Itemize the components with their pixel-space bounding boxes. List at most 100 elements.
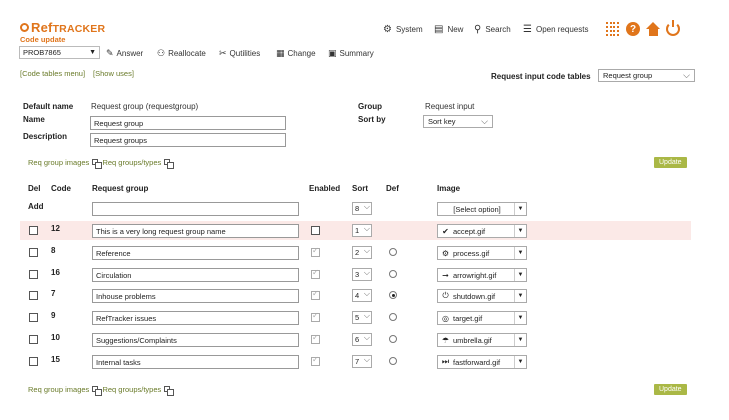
row-delete-checkbox[interactable]	[29, 357, 38, 366]
logo-ring-icon	[20, 23, 29, 32]
reallocate-button[interactable]: ⚇ Reallocate	[157, 48, 206, 59]
row-sort-select[interactable]: 7 ⌵	[352, 355, 372, 368]
name-input[interactable]: Request group	[90, 116, 286, 130]
qutilities-button[interactable]: ✂ Qutilities	[219, 48, 260, 59]
req-groups-types-link[interactable]: Req groups/types	[102, 385, 161, 394]
help-icon[interactable]: ?	[626, 22, 640, 36]
row-sort-select[interactable]: 4 ⌵	[352, 289, 372, 302]
row-image-select[interactable]: ⚙ process.gif ▼	[437, 246, 527, 260]
row-sort-value: 5	[355, 313, 360, 322]
chevron-down-icon: ▼	[514, 312, 526, 324]
sublinks-bottom: Req group images Req groups/types	[28, 385, 175, 396]
row-sort-value: 7	[355, 357, 360, 366]
row-sort-value: 3	[355, 270, 360, 279]
row-delete-checkbox[interactable]	[29, 313, 38, 322]
row-delete-checkbox[interactable]	[29, 226, 38, 235]
row-delete-checkbox[interactable]	[29, 248, 38, 257]
qutilities-label: Qutilities	[229, 49, 261, 58]
logout-icon[interactable]	[666, 20, 680, 36]
row-image-select[interactable]: ➞ arrowright.gif ▼	[437, 268, 527, 282]
col-sort-header: Sort	[352, 184, 368, 193]
row-delete-checkbox[interactable]	[29, 335, 38, 344]
col-code-header: Code	[51, 184, 71, 193]
row-group-name-input[interactable]: Circulation	[92, 268, 299, 282]
request-input-code-tables-select[interactable]: Request group ⌵	[598, 69, 695, 82]
apps-grid-icon[interactable]	[606, 22, 620, 36]
nav-system[interactable]: ⚙ System	[383, 24, 423, 35]
req-groups-types-link[interactable]: Req groups/types	[102, 158, 161, 167]
row-default-radio[interactable]	[389, 270, 397, 278]
row-enabled-checkbox[interactable]	[311, 311, 320, 322]
description-input[interactable]: Request groups	[90, 133, 286, 147]
nav-open-requests-label: Open requests	[535, 25, 589, 34]
row-enabled-checkbox[interactable]	[311, 226, 320, 235]
sort-by-value: Sort key	[428, 117, 456, 126]
row-sort-select[interactable]: 2 ⌵	[352, 246, 372, 259]
row-group-name-input[interactable]: Inhouse problems	[92, 289, 299, 303]
req-group-images-link[interactable]: Req group images	[28, 158, 89, 167]
nav-search-label: Search	[485, 25, 511, 34]
code-tables-menu-link[interactable]: [Code tables menu]	[20, 69, 85, 78]
row-default-radio[interactable]	[389, 248, 397, 256]
row-code: 7	[51, 289, 56, 298]
row-image-select[interactable]: ⏭ fastforward.gif ▼	[437, 355, 527, 369]
nav-open-requests[interactable]: ☰ Open requests	[523, 24, 588, 35]
row-image-select[interactable]: ✔ accept.gif ▼	[437, 224, 527, 238]
add-image-select[interactable]: [Select option] ▼	[437, 202, 527, 216]
row-group-name-input[interactable]: This is a very long request group name	[92, 224, 299, 238]
row-group-name-input[interactable]: Suggestions/Complaints	[92, 333, 299, 347]
change-button[interactable]: ▦ Change	[276, 48, 316, 59]
show-uses-link[interactable]: [Show uses]	[93, 69, 134, 78]
power-icon: ⏻	[442, 291, 449, 300]
summary-label: Summary	[339, 49, 374, 58]
new-icon: ▤	[434, 24, 444, 35]
row-image-select[interactable]: ◎ target.gif ▼	[437, 311, 527, 325]
row-enabled-checkbox[interactable]	[311, 246, 320, 257]
update-button-bottom[interactable]: Update	[654, 384, 687, 395]
row-enabled-checkbox[interactable]	[311, 289, 320, 300]
row-image-select[interactable]: ☂ umbrella.gif ▼	[437, 333, 527, 347]
row-default-radio[interactable]	[389, 335, 397, 343]
reallocate-label: Reallocate	[168, 49, 206, 58]
row-group-name-input[interactable]: RefTracker issues	[92, 311, 299, 325]
sort-by-select[interactable]: Sort key ⌵	[423, 115, 493, 128]
row-group-name-input[interactable]: Internal tasks	[92, 355, 299, 369]
row-enabled-checkbox[interactable]	[311, 268, 320, 279]
copy-icon	[92, 159, 103, 169]
summary-button[interactable]: ▣ Summary	[328, 48, 374, 59]
row-sort-value: 6	[355, 335, 360, 344]
row-sort-select[interactable]: 1 ⌵	[352, 224, 372, 237]
answer-label: Answer	[116, 49, 144, 58]
row-delete-checkbox[interactable]	[29, 291, 38, 300]
row-image-value: arrowright.gif	[453, 270, 497, 280]
row-enabled-checkbox[interactable]	[311, 355, 320, 366]
row-sort-select[interactable]: 5 ⌵	[352, 311, 372, 324]
answer-button[interactable]: ✎ Answer	[106, 48, 143, 59]
update-button-top[interactable]: Update	[654, 157, 687, 168]
list-icon: ☰	[523, 24, 532, 35]
add-sort-select[interactable]: 8 ⌵	[352, 202, 372, 215]
row-delete-checkbox[interactable]	[29, 270, 38, 279]
row-sort-select[interactable]: 3 ⌵	[352, 268, 372, 281]
row-code: 16	[51, 268, 60, 277]
logo-tracker-text: TRACKER	[52, 23, 106, 35]
row-default-radio[interactable]	[389, 313, 397, 321]
chevron-down-icon: ⌵	[363, 311, 370, 320]
req-group-images-link[interactable]: Req group images	[28, 385, 89, 394]
request-id-select[interactable]: PROB7865 ▼	[19, 46, 100, 59]
chevron-down-icon: ⌵	[363, 333, 370, 342]
gear-icon: ⚙	[383, 24, 392, 35]
row-enabled-checkbox[interactable]	[311, 333, 320, 344]
nav-search[interactable]: ⚲ Search	[474, 24, 511, 35]
row-default-radio[interactable]	[389, 357, 397, 365]
row-sort-select[interactable]: 6 ⌵	[352, 333, 372, 346]
chevron-down-icon: ▼	[89, 49, 96, 56]
home-icon[interactable]	[646, 22, 660, 36]
row-image-select[interactable]: ⏻ shutdown.gif ▼	[437, 289, 527, 303]
row-default-radio[interactable]	[389, 291, 397, 299]
row-code: 12	[51, 224, 60, 233]
row-group-name-input[interactable]: Reference	[92, 246, 299, 260]
add-group-input[interactable]	[92, 202, 299, 216]
nav-new[interactable]: ▤ New	[434, 24, 463, 35]
name-label: Name	[23, 115, 45, 124]
